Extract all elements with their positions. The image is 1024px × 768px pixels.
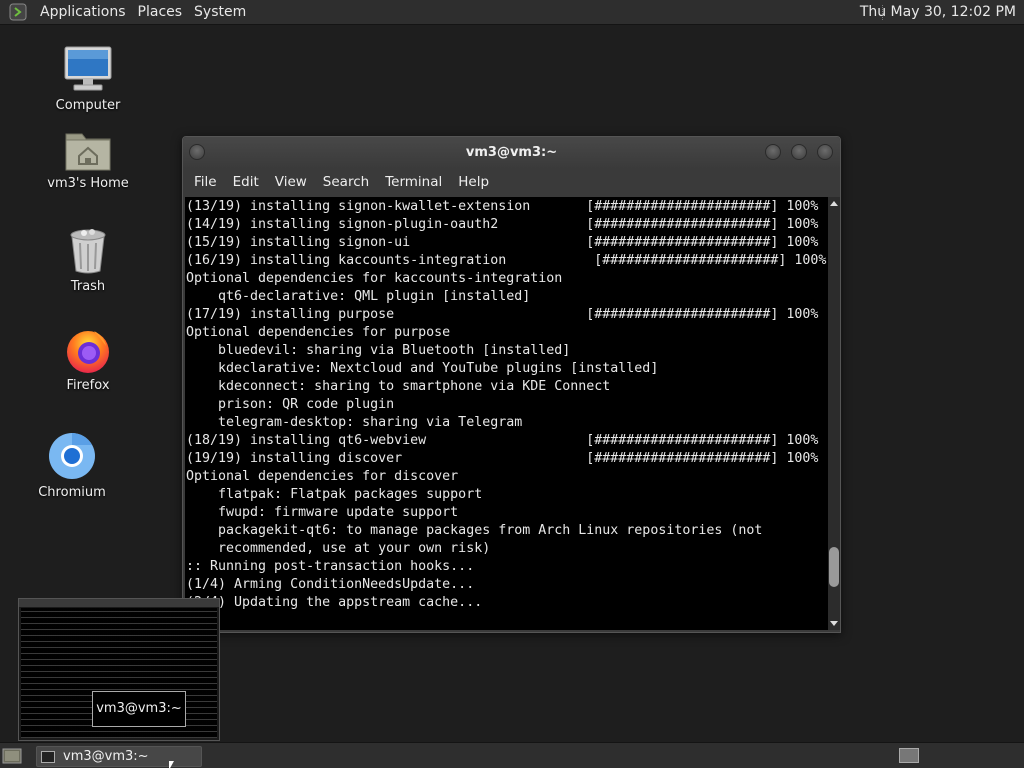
- window-title: vm3@vm3:~: [465, 145, 558, 160]
- terminal-window[interactable]: vm3@vm3:~ File Edit View Search Terminal…: [182, 136, 841, 633]
- terminal-line: bluedevil: sharing via Bluetooth [instal…: [186, 343, 571, 358]
- desktop-icon-label: Trash: [70, 279, 106, 294]
- desktop-icon-label: vm3's Home: [47, 176, 129, 191]
- close-button[interactable]: [817, 144, 833, 160]
- terminal-line: packagekit-qt6: to manage packages from …: [186, 523, 763, 538]
- terminal-line: :: Running post-transaction hooks...: [186, 559, 475, 574]
- show-desktop-icon[interactable]: [2, 747, 22, 765]
- minimize-button[interactable]: [765, 144, 781, 160]
- menu-file[interactable]: File: [186, 174, 225, 190]
- terminal-line: (19/19) installing discover [###########…: [186, 451, 819, 466]
- terminal-line: (18/19) installing qt6-webview [########…: [186, 433, 819, 448]
- terminal-line: (13/19) installing signon-kwallet-extens…: [186, 199, 819, 214]
- system-menu[interactable]: System: [188, 4, 252, 20]
- terminal-scrollbar[interactable]: [828, 197, 840, 630]
- desktop-icon-label: Computer: [55, 98, 121, 113]
- mouse-cursor-icon: [169, 761, 174, 768]
- desktop-icon-label: Firefox: [66, 378, 110, 393]
- terminal-line: flatpak: Flatpak packages support: [186, 487, 483, 502]
- terminal-line: qt6-declarative: QML plugin [installed]: [186, 289, 531, 304]
- menu-search[interactable]: Search: [315, 174, 377, 190]
- menu-edit[interactable]: Edit: [225, 174, 267, 190]
- desktop-icon-label: Chromium: [38, 485, 106, 500]
- desktop-icon-home[interactable]: vm3's Home: [33, 126, 143, 191]
- terminal-output[interactable]: (13/19) installing signon-kwallet-extens…: [185, 197, 828, 630]
- thumbnail-menubar: [19, 599, 219, 607]
- terminal-line: kdeconnect: sharing to smartphone via KD…: [186, 379, 611, 394]
- scrollbar-thumb[interactable]: [829, 546, 839, 587]
- terminal-line: (1/4) Arming ConditionNeedsUpdate...: [186, 577, 475, 592]
- terminal-line: (16/19) installing kaccounts-integration…: [186, 253, 827, 268]
- taskbar-item-terminal[interactable]: vm3@vm3:~: [36, 746, 202, 767]
- clock[interactable]: Thu May 30, 12:02 PM: [860, 4, 1016, 20]
- terminal-line: (15/19) installing signon-ui [##########…: [186, 235, 819, 250]
- home-folder-icon: [65, 133, 111, 171]
- terminal-line: Optional dependencies for purpose: [186, 325, 451, 340]
- window-titlebar[interactable]: vm3@vm3:~: [183, 137, 840, 169]
- taskbar-item-label: vm3@vm3:~: [63, 749, 149, 764]
- menu-help[interactable]: Help: [450, 174, 497, 190]
- desktop-icon-firefox[interactable]: Firefox: [33, 326, 143, 393]
- terminal-line: (17/19) installing purpose [############…: [186, 307, 819, 322]
- terminal-icon: [41, 750, 55, 763]
- terminal-menubar: File Edit View Search Terminal Help: [183, 169, 840, 195]
- chromium-icon: [49, 433, 95, 479]
- menu-view[interactable]: View: [267, 174, 315, 190]
- menu-terminal[interactable]: Terminal: [377, 174, 450, 190]
- desktop-icon-chromium[interactable]: Chromium: [17, 431, 127, 500]
- scroll-down-arrow-icon[interactable]: [830, 621, 838, 626]
- terminal-line: recommended, use at your own risk): [186, 541, 491, 556]
- terminal-line: fwupd: firmware update support: [186, 505, 459, 520]
- desktop-icon-trash[interactable]: Trash: [33, 227, 143, 294]
- maximize-button[interactable]: [791, 144, 807, 160]
- scroll-up-arrow-icon[interactable]: [830, 201, 838, 206]
- terminal-text: (13/19) installing signon-kwallet-extens…: [185, 197, 828, 612]
- terminal-line: Optional dependencies for discover: [186, 469, 459, 484]
- firefox-icon: [67, 331, 109, 373]
- computer-icon: [64, 46, 112, 91]
- terminal-line: Optional dependencies for kaccounts-inte…: [186, 271, 563, 286]
- places-menu[interactable]: Places: [132, 4, 189, 20]
- terminal-line: kdeclarative: Nextcloud and YouTube plug…: [186, 361, 659, 376]
- applications-menu[interactable]: Applications: [34, 4, 132, 20]
- bottom-panel: vm3@vm3:~: [0, 742, 1024, 768]
- terminal-line: (2/4) Updating the appstream cache...: [186, 595, 483, 610]
- terminal-line: telegram-desktop: sharing via Telegram: [186, 415, 523, 430]
- workspace-switcher[interactable]: [899, 748, 919, 763]
- trash-icon: [70, 229, 106, 274]
- desktop-icon-computer[interactable]: Computer: [33, 44, 143, 113]
- top-panel: Applications Places System Thu May 30, 1…: [0, 0, 1024, 25]
- terminal-line: prison: QR code plugin: [186, 397, 395, 412]
- window-preview-tooltip: vm3@vm3:~: [92, 691, 186, 727]
- applications-menu-icon[interactable]: [8, 2, 28, 22]
- terminal-line: (14/19) installing signon-plugin-oauth2 …: [186, 217, 819, 232]
